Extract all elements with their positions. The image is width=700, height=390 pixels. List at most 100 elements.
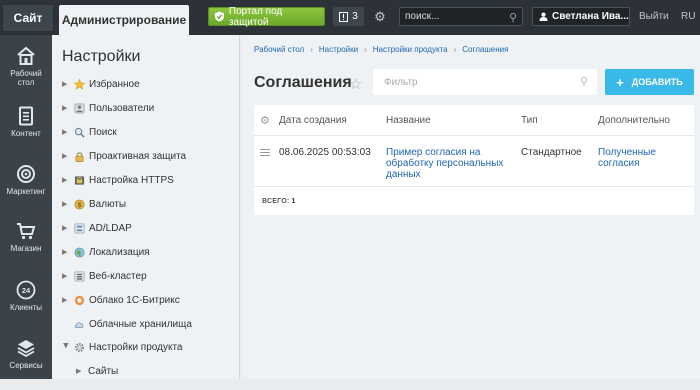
breadcrumb-separator-icon: › [364, 45, 367, 54]
clients-24-icon: 24 [16, 280, 36, 300]
breadcrumb-separator-icon: › [310, 45, 313, 54]
logout-link[interactable]: Выйти [639, 11, 669, 22]
column-header-date[interactable]: Дата создания [279, 115, 347, 126]
expand-arrow-icon[interactable]: ▶ [62, 152, 70, 160]
nav-clients-label: Клиенты [9, 303, 43, 312]
collapse-arrow-icon[interactable]: ▶ [62, 343, 70, 351]
nav-desktop-label1: Рабочий [10, 69, 42, 78]
nav-services-label: Сервисы [9, 361, 43, 370]
filter-input[interactable]: Фильтр ⚲ [373, 69, 597, 95]
menu-item-favorites[interactable]: ▶ Избранное [62, 75, 140, 93]
tab-site[interactable]: Сайт [3, 5, 53, 31]
table-settings-gear-icon[interactable]: ⚙ [260, 114, 270, 127]
global-search-input[interactable]: поиск... ⚲ [399, 7, 523, 26]
breadcrumb-item[interactable]: Рабочий стол [254, 45, 304, 54]
column-header-name[interactable]: Название [386, 115, 431, 126]
tab-administration[interactable]: Администрирование [59, 5, 189, 35]
menu-item-localization[interactable]: ▶ Локализация [62, 243, 150, 261]
expand-arrow-icon[interactable]: ▶ [62, 176, 70, 184]
search-icon [74, 127, 85, 138]
expand-arrow-icon[interactable]: ▶ [62, 296, 70, 304]
notifications-button[interactable]: 3 [333, 7, 364, 26]
breadcrumb: Рабочий стол › Настройки › Настройки про… [254, 45, 508, 54]
menu-item-https[interactable]: ▶ Настройка HTTPS [62, 171, 174, 189]
menu-label: Настройки продукта [89, 341, 183, 353]
breadcrumb-item[interactable]: Настройки [319, 45, 358, 54]
notification-icon [339, 11, 349, 22]
menu-item-users[interactable]: ▶ Пользователи [62, 99, 154, 117]
nav-marketing-label: Маркетинг [6, 187, 46, 196]
expand-arrow-icon[interactable]: ▶ [62, 80, 70, 88]
svg-text:24: 24 [22, 286, 31, 295]
menu-label: Избранное [89, 78, 140, 90]
menu-item-sites[interactable]: ▶ Сайты [76, 362, 118, 380]
menu-item-ad-ldap[interactable]: ▶ AD/LDAP [62, 219, 132, 237]
cell-name-line: обработку персональных [386, 158, 504, 169]
expand-arrow-icon[interactable]: ▶ [62, 224, 70, 232]
language-switch[interactable]: RU [681, 11, 695, 22]
settings-panel: Настройки ▶ Избранное ▶ Пользователи ▶ П… [52, 35, 240, 379]
users-icon [74, 103, 85, 113]
search-icon[interactable]: ⚲ [509, 11, 517, 24]
menu-item-web-cluster[interactable]: ▶ Веб-кластер [62, 267, 147, 285]
cloud-icon [74, 295, 85, 305]
cell-name-line: Пример согласия на [386, 147, 481, 158]
menu-item-proactive-protection[interactable]: ▶ Проактивная защита [62, 147, 186, 165]
breadcrumb-item[interactable]: Соглашения [462, 45, 508, 54]
settings-gear-icon[interactable]: ⚙ [372, 9, 388, 25]
expand-arrow-icon[interactable]: ▶ [62, 248, 70, 256]
cell-type: Стандартное [521, 147, 582, 158]
user-menu[interactable]: Светлана Ива... [532, 7, 630, 26]
nav-services[interactable]: Сервисы [0, 330, 52, 390]
document-icon [19, 106, 33, 126]
cloud-storage-icon [75, 321, 84, 328]
gear-icon [74, 342, 85, 352]
menu-item-currencies[interactable]: ▶ $ Валюты [62, 195, 126, 213]
total-label: ВСЕГО: [262, 198, 290, 205]
search-icon[interactable]: ⚲ [580, 75, 588, 88]
shield-icon [214, 11, 225, 22]
menu-item-cloud-storage[interactable]: Облачные хранилища [62, 315, 192, 333]
menu-label: Локализация [89, 246, 150, 258]
favorite-star-icon[interactable]: ☆ [349, 75, 362, 93]
cell-extra-line: Полученные [598, 147, 656, 158]
cart-icon [17, 223, 36, 240]
nav-shop[interactable]: Магазин [0, 213, 52, 273]
nav-desktop[interactable]: Рабочий стол [0, 38, 52, 98]
breadcrumb-item[interactable]: Настройки продукта [373, 45, 448, 54]
menu-item-bitrix-cloud[interactable]: ▶ Облако 1С-Битрикс [62, 291, 180, 309]
expand-arrow-icon[interactable]: ▶ [62, 272, 70, 280]
row-menu-icon[interactable] [260, 149, 270, 158]
expand-arrow-icon[interactable]: ▶ [76, 367, 84, 375]
lock-icon [75, 151, 84, 162]
svg-text:$: $ [78, 201, 82, 208]
agreements-table: ⚙ Дата создания Название Тип Дополнитель… [254, 105, 694, 215]
menu-item-search[interactable]: ▶ Поиск [62, 123, 117, 141]
menu-label: Облачные хранилища [89, 318, 192, 330]
cell-name-link[interactable]: Пример согласия на обработку персональны… [386, 147, 503, 180]
column-header-type[interactable]: Тип [521, 115, 538, 126]
cell-extra-link[interactable]: Полученные согласия [598, 147, 656, 169]
expand-arrow-icon[interactable]: ▶ [62, 128, 70, 136]
expand-arrow-icon[interactable]: ▶ [62, 200, 70, 208]
notifications-count: 3 [352, 11, 358, 22]
menu-label: Облако 1С-Битрикс [89, 294, 180, 306]
top-bar: Сайт Администрирование Портал под защито… [0, 0, 700, 35]
menu-label: Сайты [88, 365, 119, 377]
total-value: 1 [291, 198, 296, 205]
nav-clients[interactable]: 24 Клиенты [0, 272, 52, 332]
nav-marketing[interactable]: Маркетинг [0, 156, 52, 216]
home-icon [17, 46, 35, 65]
nav-content[interactable]: Контент [0, 98, 52, 158]
add-button[interactable]: + ДОБАВИТЬ [605, 69, 694, 95]
column-header-extra[interactable]: Дополнительно [598, 115, 670, 126]
menu-label: Настройка HTTPS [89, 174, 174, 186]
table-row[interactable]: 08.06.2025 00:53:03 Пример согласия на о… [254, 136, 694, 187]
main-content: Рабочий стол › Настройки › Настройки про… [241, 35, 700, 379]
add-button-label: ДОБАВИТЬ [631, 77, 683, 87]
cell-name-line: данных [386, 169, 421, 180]
portal-protected-button[interactable]: Портал под защитой [208, 6, 325, 28]
expand-arrow-icon[interactable]: ▶ [62, 104, 70, 112]
user-icon [539, 12, 548, 21]
menu-item-product-settings[interactable]: ▶ Настройки продукта [62, 338, 182, 356]
